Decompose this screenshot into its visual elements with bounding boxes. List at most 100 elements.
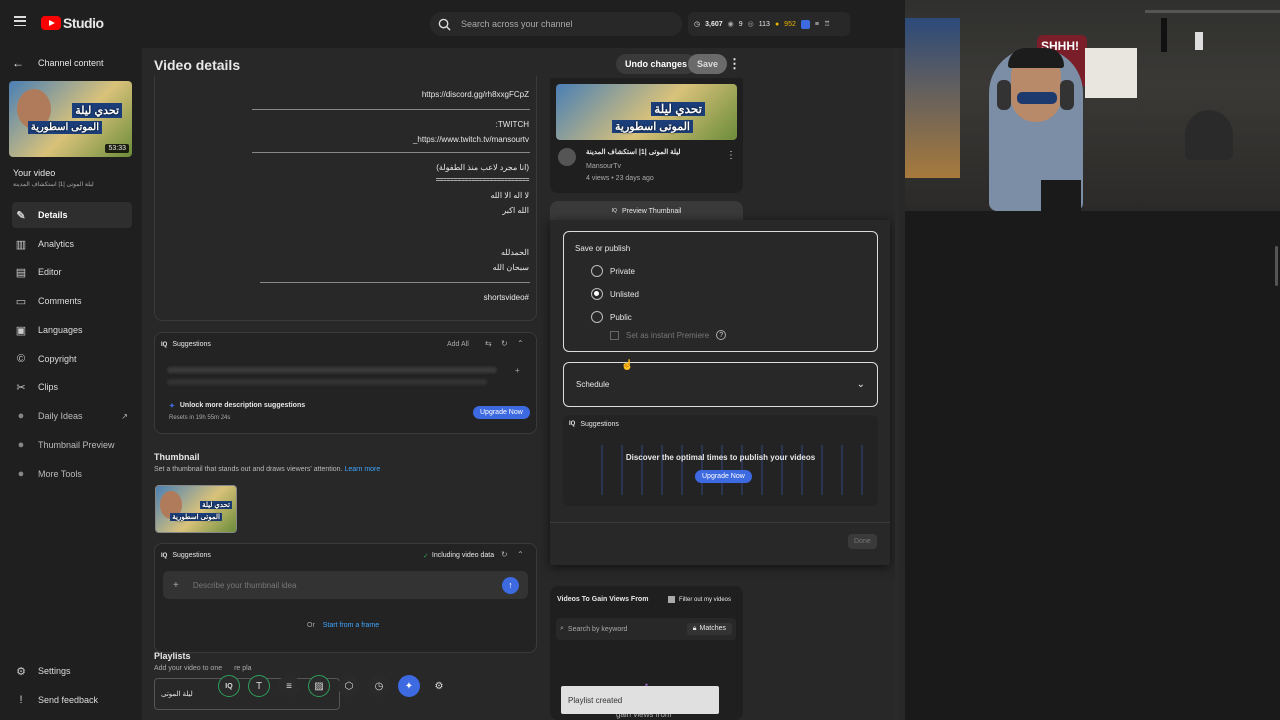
sidebar-item-details[interactable]: ✎ Details	[12, 202, 132, 228]
sidebar-feedback[interactable]: ! Send feedback	[12, 687, 132, 713]
tag-tool-icon[interactable]: ⬡	[338, 675, 360, 697]
avatar[interactable]	[558, 148, 576, 166]
arrow-left-icon: ←	[12, 56, 24, 70]
radio-unlisted[interactable]: Unlisted	[591, 288, 639, 300]
clock-tool-icon[interactable]: ◷	[368, 675, 390, 697]
playlists-subtitle-start: Add your video to one	[154, 665, 223, 672]
sidebar-settings[interactable]: ⚙ Settings	[12, 658, 132, 684]
iq-icon: IQ	[161, 552, 168, 559]
youtube-logo-icon[interactable]	[41, 16, 61, 30]
radio-public[interactable]: Public	[591, 311, 632, 323]
add-all-button[interactable]: Add All	[447, 341, 469, 348]
scrollbar[interactable]	[895, 48, 899, 720]
sidebar-item-label: Clips	[38, 382, 59, 392]
desc-line-2: الله اكبر	[502, 206, 529, 215]
desc-line-discord[interactable]: https://discord.gg/rh8xxgFCpZ	[422, 90, 529, 99]
video-thumbnail[interactable]: تحدي ليلة الموتى اسطورية 53:33	[9, 81, 132, 157]
done-button[interactable]: Done	[848, 534, 877, 549]
scrollbar-thumb[interactable]	[1275, 246, 1278, 286]
more-options-icon[interactable]: ⋮	[728, 56, 741, 72]
sidebar-item-daily-ideas[interactable]: ● Daily Ideas ↗	[12, 403, 132, 429]
chevron-up-icon[interactable]: ⌃	[517, 339, 524, 348]
learn-more-link[interactable]: Learn more	[344, 466, 380, 473]
undo-changes-button[interactable]: Undo changes	[616, 54, 697, 74]
desc-line-3: الحمدلله	[500, 248, 529, 257]
including-video-data[interactable]: ✓ Including video data	[423, 552, 494, 560]
radio-private[interactable]: Private	[591, 265, 635, 277]
chevron-up-icon[interactable]: ⌃	[517, 550, 524, 559]
cursor-icon: ☝	[621, 360, 634, 371]
gear-icon: ⚙	[16, 665, 26, 678]
sidebar-item-languages[interactable]: ▣ Languages	[12, 317, 132, 343]
checkbox[interactable]	[668, 596, 675, 603]
feedback-icon: !	[19, 694, 23, 706]
sidebar-item-label: Analytics	[38, 239, 75, 249]
iq-tool-icon[interactable]: IQ	[218, 675, 240, 697]
upgrade-now-button[interactable]: Upgrade Now	[695, 470, 752, 483]
keyword-search-input[interactable]: Search by keyword	[568, 626, 628, 633]
checkbox[interactable]	[610, 330, 619, 340]
suggestions-header: IQ Suggestions	[161, 341, 211, 348]
sidebar-item-editor[interactable]: ▤ Editor	[12, 259, 132, 285]
sidebar-item-label: Thumbnail Preview	[38, 440, 115, 450]
upgrade-now-button[interactable]: Upgrade Now	[473, 406, 530, 419]
menu-icon[interactable]	[14, 16, 26, 26]
plus-icon[interactable]: +	[515, 366, 520, 375]
align-tool-icon[interactable]: ≡	[278, 675, 300, 697]
radio-button[interactable]	[591, 288, 603, 300]
keyword-search[interactable]: ⌕ Search by keyword 🔒︎ Matches	[556, 618, 736, 640]
publish-suggestions: IQ Suggestions Discover the optimal time…	[563, 415, 878, 506]
matches-label: Matches	[699, 625, 726, 632]
start-from-frame-link[interactable]: Start from a frame	[323, 622, 379, 629]
back-to-content[interactable]: ← Channel content	[12, 56, 104, 70]
preview-thumbnail[interactable]: تحدي ليلة الموتى اسطورية	[556, 84, 737, 140]
thumbnail-idea-input[interactable]: + Describe your thumbnail idea ↑	[163, 571, 528, 599]
search-input[interactable]: Search across your channel	[461, 19, 573, 29]
search-bar[interactable]: Search across your channel	[430, 12, 682, 36]
selected-thumbnail[interactable]: تحدي ليلة الموتى اسطورية	[155, 485, 237, 533]
divider	[550, 522, 890, 523]
sunglasses	[1017, 92, 1057, 104]
extension-icon[interactable]	[800, 19, 810, 29]
gear-tool-icon[interactable]: ⚙	[428, 675, 450, 697]
plus-icon[interactable]: +	[173, 580, 179, 591]
refresh-icon[interactable]: ↻	[501, 550, 508, 559]
sidebar-item-more-tools[interactable]: ● More Tools	[12, 461, 132, 487]
instant-premiere[interactable]: Set as instant Premiere ?	[610, 330, 727, 340]
more-options-icon[interactable]: ⋮	[726, 150, 736, 161]
send-icon[interactable]: ↑	[502, 576, 519, 594]
sidebar: ← Channel content تحدي ليلة الموتى اسطور…	[0, 48, 142, 720]
chevron-down-icon[interactable]: ⌄	[857, 379, 865, 390]
trophy-icon[interactable]: ♖	[824, 20, 830, 28]
suggestions-title: Suggestions	[172, 341, 211, 348]
schedule-label: Schedule	[576, 380, 610, 389]
preview-thumbnail-button[interactable]: IQ Preview Thumbnail	[550, 201, 743, 221]
schedule-section[interactable]: Schedule ⌄	[563, 362, 878, 407]
filter-my-videos[interactable]: Filter out my videos	[668, 596, 731, 603]
sidebar-item-thumbnail-preview[interactable]: ● Thumbnail Preview	[12, 432, 132, 458]
radio-button[interactable]	[591, 311, 603, 323]
copyright-icon: ©	[16, 353, 26, 365]
desc-line-1: لا اله الا الله	[490, 191, 529, 200]
sidebar-item-clips[interactable]: ✂ Clips	[12, 374, 132, 400]
sidebar-item-analytics[interactable]: ▥ Analytics	[12, 231, 132, 257]
sidebar-item-comments[interactable]: ▭ Comments	[12, 288, 132, 314]
page-title: Video details	[154, 57, 241, 73]
save-button[interactable]: Save	[688, 54, 728, 74]
text-tool-icon[interactable]: T	[248, 675, 270, 697]
sidebar-item-copyright[interactable]: © Copyright	[12, 346, 132, 372]
your-video-label: Your video	[13, 168, 56, 178]
matches-button[interactable]: 🔒︎ Matches	[686, 623, 732, 635]
list-icon[interactable]: ≡	[815, 21, 819, 28]
image-tool-icon[interactable]: ▨	[308, 675, 330, 697]
desc-line-twitch-url[interactable]: _https://www.twitch.tv/mansourtv	[413, 135, 529, 144]
description-box[interactable]: https://discord.gg/rh8xxgFCpZ :TWITCH _h…	[154, 76, 537, 321]
swap-icon[interactable]: ⇆	[485, 339, 492, 348]
radio-button[interactable]	[591, 265, 603, 277]
app-name: Studio	[63, 15, 104, 31]
sparkle-tool-icon[interactable]: ✦	[398, 675, 420, 697]
refresh-icon[interactable]: ↻	[501, 339, 508, 348]
help-icon[interactable]: ?	[716, 330, 727, 340]
radio-label: Unlisted	[610, 289, 639, 299]
lock-icon: 🔒︎	[692, 625, 697, 632]
